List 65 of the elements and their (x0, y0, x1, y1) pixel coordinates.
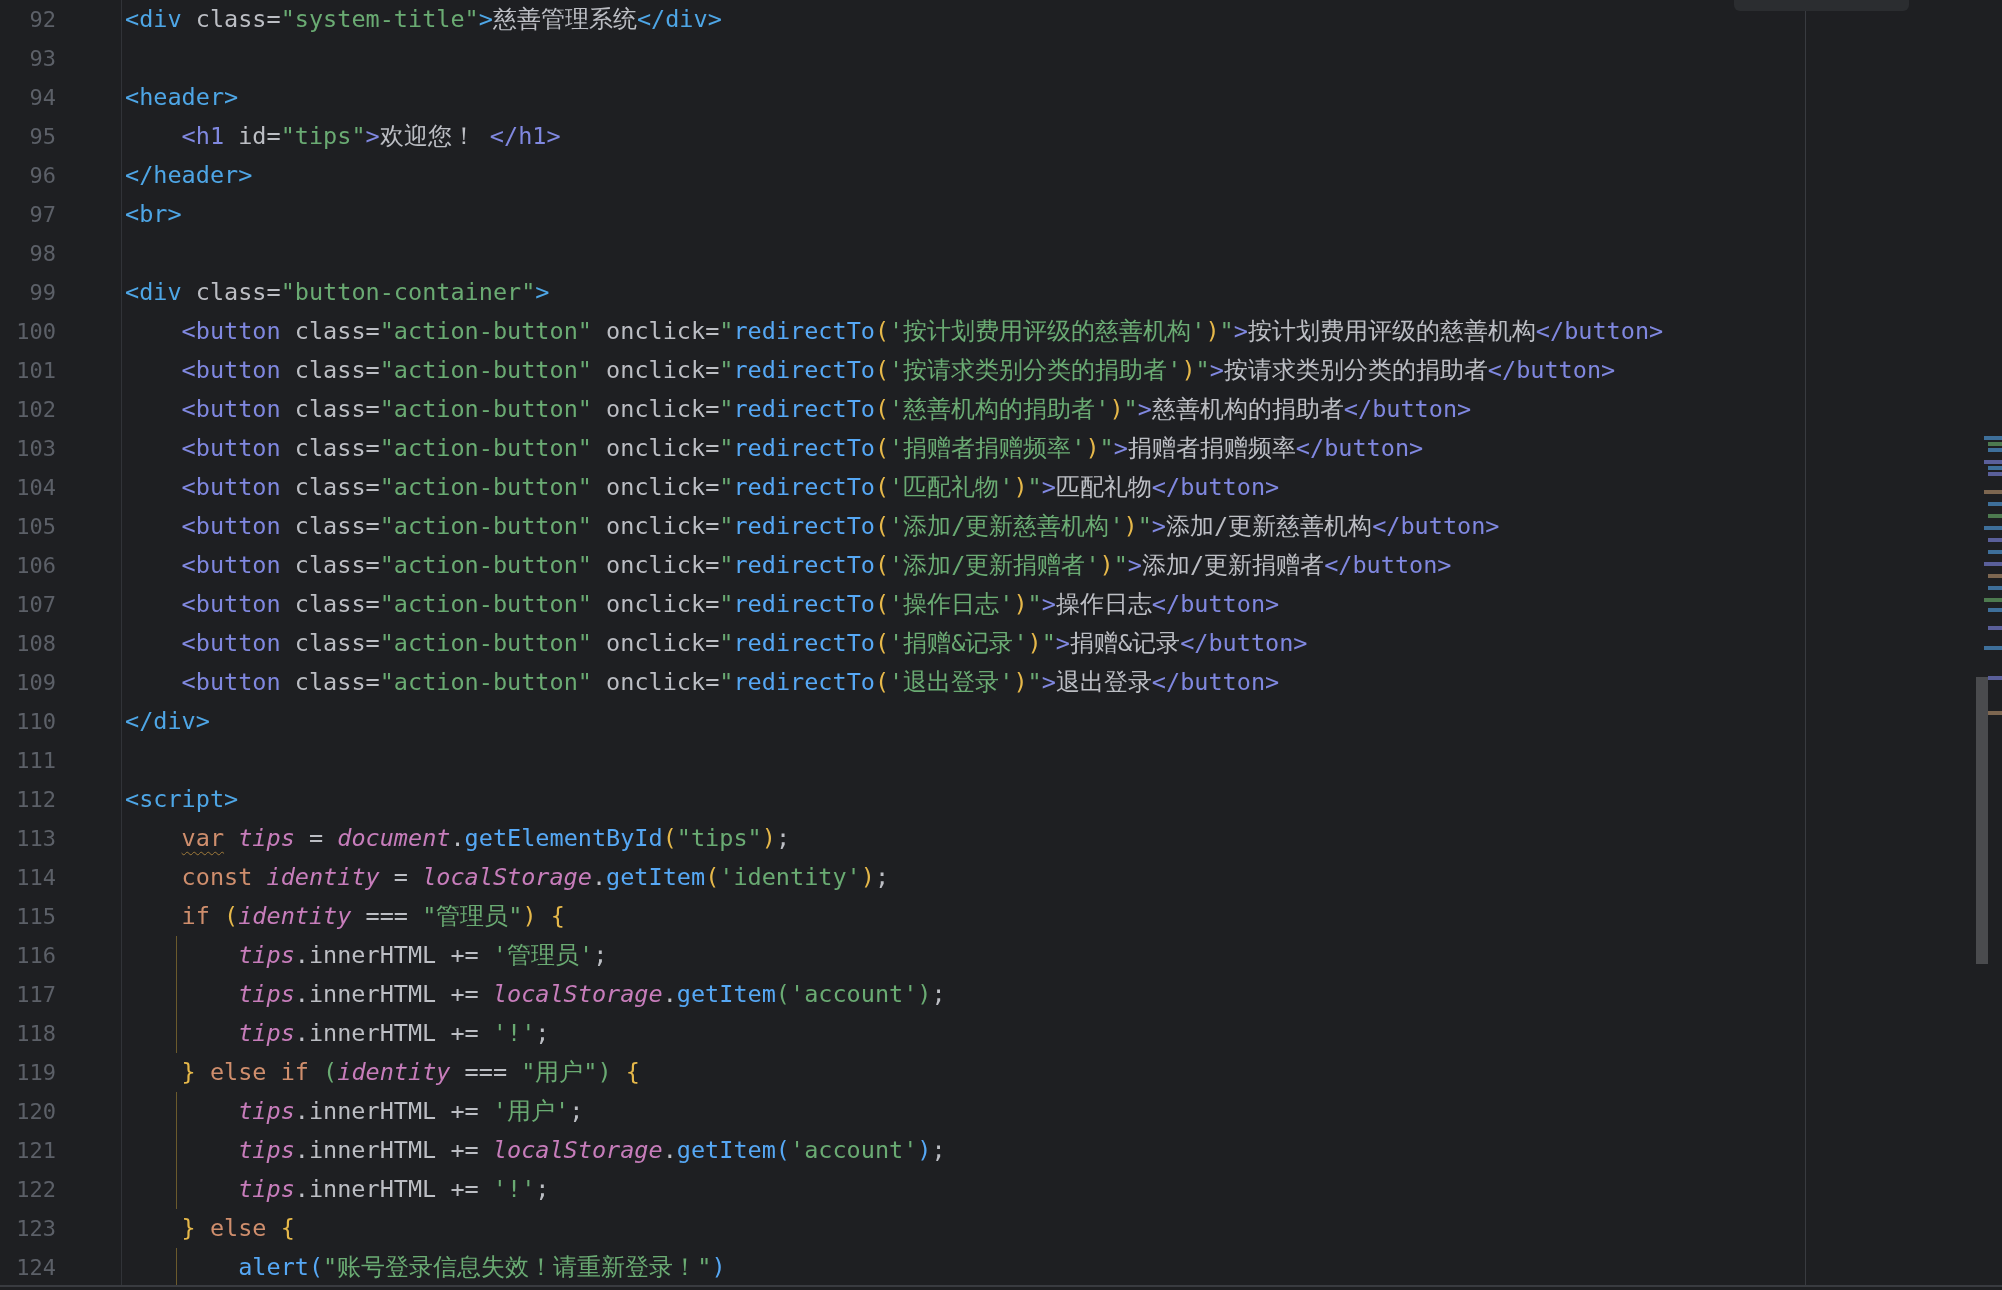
code-line: tips.innerHTML += localStorage.getItem('account'); (237, 979, 946, 1010)
code-line: <button class="action-button" onclick="redirectTo('捐赠者捐赠频率')">捐赠者捐赠频率</button> (180, 433, 1424, 464)
line-number: 114 (15, 865, 56, 890)
code-line: <button class="action-button" onclick="redirectTo('按计划费用评级的慈善机构')">按计划费用评级的慈善机构</button> (180, 316, 1664, 347)
line-number: 123 (15, 1216, 56, 1241)
line-number: 122 (15, 1177, 56, 1202)
code-line: const identity = localStorage.getItem('identity'); (180, 862, 890, 893)
line-number: 118 (15, 1021, 56, 1046)
code-line: <button class="action-button" onclick="redirectTo('添加/更新捐赠者')">添加/更新捐赠者</button> (180, 550, 1452, 581)
line-number: 103 (15, 436, 56, 461)
editor-toolbar-widget[interactable] (1734, 0, 1909, 11)
line-number: 97 (28, 202, 56, 227)
code-line: tips.innerHTML += localStorage.getItem('account'); (237, 1135, 946, 1166)
line-number: 109 (15, 670, 56, 695)
code-line: <div class="system-title">慈善管理系统</div> (125, 4, 722, 35)
code-line: <button class="action-button" onclick="redirectTo('匹配礼物')">匹配礼物</button> (180, 472, 1280, 503)
code-line: tips.innerHTML += '!'; (237, 1174, 550, 1205)
code-line: <button class="action-button" onclick="redirectTo('退出登录')">退出登录</button> (180, 667, 1280, 698)
code-line: } else if (identity === "用户") { (180, 1057, 640, 1088)
code-line: <script> (125, 784, 239, 815)
code-line: <br> (125, 199, 182, 230)
line-number: 108 (15, 631, 56, 656)
line-number: 112 (15, 787, 56, 812)
line-number: 106 (15, 553, 56, 578)
code-line: if (identity === "管理员") { (180, 901, 565, 932)
line-number: 110 (15, 709, 56, 734)
code-line: </div> (125, 706, 210, 737)
code-line: <h1 id="tips">欢迎您！ </h1> (180, 121, 561, 152)
code-line: tips.innerHTML += '用户'; (237, 1096, 584, 1127)
line-number: 121 (15, 1138, 56, 1163)
code-line: <button class="action-button" onclick="redirectTo('添加/更新慈善机构')">添加/更新慈善机构</button> (180, 511, 1500, 542)
code-line: tips.innerHTML += '管理员'; (237, 940, 608, 971)
line-number: 96 (28, 163, 56, 188)
line-number: 116 (15, 943, 56, 968)
line-number: 99 (28, 280, 56, 305)
line-number: 104 (15, 475, 56, 500)
line-number: 117 (15, 982, 56, 1007)
line-number: 94 (28, 85, 56, 110)
line-number: 124 (15, 1255, 56, 1280)
line-number: 107 (15, 592, 56, 617)
scrollbar-thumb[interactable] (1976, 677, 1988, 964)
code-line: <button class="action-button" onclick="redirectTo('慈善机构的捐助者')">慈善机构的捐助者</button> (180, 394, 1472, 425)
code-line: tips.innerHTML += '!'; (237, 1018, 550, 1049)
line-number: 101 (15, 358, 56, 383)
code-line: </header> (125, 160, 253, 191)
code-line: alert("账号登录信息失效！请重新登录！") (237, 1252, 726, 1283)
code-line: var tips = document.getElementById("tips"); (180, 823, 791, 854)
line-number: 115 (15, 904, 56, 929)
line-number: 120 (15, 1099, 56, 1124)
line-number: 100 (15, 319, 56, 344)
line-number: 119 (15, 1060, 56, 1085)
code-line: <button class="action-button" onclick="redirectTo('操作日志')">操作日志</button> (180, 589, 1280, 620)
line-number: 105 (15, 514, 56, 539)
line-number: 95 (28, 124, 56, 149)
line-number: 113 (15, 826, 56, 851)
code-line: <header> (125, 82, 239, 113)
code-line: <button class="action-button" onclick="redirectTo('按请求类别分类的捐助者')">按请求类别分类的捐助者</button> (180, 355, 1616, 386)
line-number: 93 (28, 46, 56, 71)
code-line: <div class="button-container"> (125, 277, 550, 308)
line-number: 98 (28, 241, 56, 266)
line-number: 92 (28, 7, 56, 32)
line-number: 102 (15, 397, 56, 422)
code-line: } else { (180, 1213, 295, 1244)
line-number: 111 (15, 748, 56, 773)
code-line: <button class="action-button" onclick="redirectTo('捐赠&记录')">捐赠&记录</button> (180, 628, 1308, 659)
